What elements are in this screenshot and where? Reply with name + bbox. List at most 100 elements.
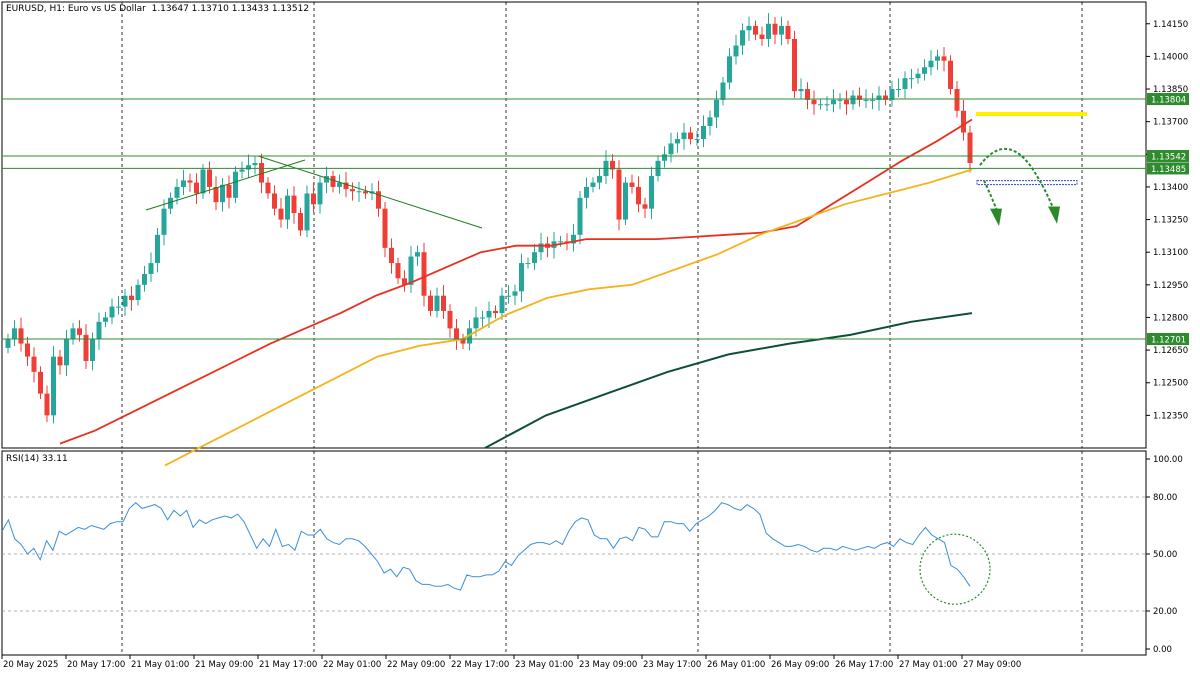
candle-body [675, 139, 680, 144]
price-tick-label: 1.12650 [1153, 346, 1188, 356]
candle-body [278, 208, 284, 220]
candle-body [226, 184, 232, 198]
time-tick-label: 27 May 09:00 [963, 660, 1021, 670]
time-tick-label: 22 May 09:00 [387, 660, 445, 670]
candle-body [213, 186, 219, 203]
candle-body [382, 208, 388, 248]
trendline-falling [257, 155, 483, 229]
price-tick-label: 1.13400 [1153, 183, 1188, 193]
time-tick-label: 23 May 17:00 [643, 660, 701, 670]
candle-body [109, 306, 115, 318]
candle-body [174, 186, 180, 198]
candle-body [356, 191, 362, 193]
candle-body [18, 328, 24, 344]
candle-body [662, 154, 667, 161]
candle-body [90, 339, 95, 361]
candle-body [57, 356, 63, 366]
support-zone [976, 180, 1078, 186]
candle-body [25, 343, 30, 357]
candle-body [590, 182, 596, 187]
candle-body [909, 78, 914, 80]
candle-body [824, 104, 830, 106]
candle-body [694, 139, 700, 141]
candle-body [538, 243, 544, 253]
candle-body [616, 169, 622, 220]
candle-body [44, 393, 50, 416]
price-tick-label: 1.14000 [1153, 52, 1188, 62]
price-tick-label: 1.12800 [1153, 313, 1188, 323]
candle-body [285, 195, 290, 220]
candle-body [252, 162, 258, 166]
rsi-tick-label: 0.00 [1153, 645, 1172, 655]
candle-body [896, 89, 901, 91]
candle-body [311, 193, 316, 205]
price-tick-label: 1.12500 [1153, 379, 1188, 389]
rsi-line [1, 502, 971, 591]
candle-body [480, 317, 485, 319]
time-tick-label: 26 May 17:00 [835, 660, 893, 670]
candle-body [707, 117, 713, 127]
candle-body [688, 132, 693, 140]
candle-body [161, 208, 167, 235]
candle-body [473, 317, 479, 329]
candle-body [389, 247, 394, 264]
candle-body [525, 263, 531, 265]
candle-body [135, 284, 141, 301]
candle-body [759, 34, 765, 39]
candle-body [902, 78, 908, 90]
candle-body [629, 182, 635, 187]
candle-body [922, 67, 927, 74]
chart-header: EURUSD, H1: Euro vs US Dollar 1.13647 1.… [6, 4, 310, 14]
price-tick-label: 1.14150 [1153, 20, 1188, 30]
candle-body [584, 186, 589, 198]
candle-body [441, 295, 446, 311]
projection-arrow-path [983, 179, 999, 214]
candle-body [395, 263, 401, 279]
candle-body [31, 356, 37, 372]
candle-body [454, 328, 459, 340]
candle-body [5, 339, 11, 348]
grid-layer [1, 1, 1147, 656]
candle-body [818, 104, 823, 106]
candle-body [668, 143, 674, 155]
candle-body [142, 273, 147, 285]
candle-body [233, 171, 238, 198]
level-price-label: 1.13485 [1151, 165, 1186, 175]
candle-body [330, 176, 336, 187]
ohlc-values: 1.13647 1.13710 1.13433 1.13512 [151, 4, 310, 14]
rsi-panel [1, 496, 1146, 612]
candle-body [831, 99, 836, 105]
candle-body [577, 197, 583, 235]
rsi-tick-label: 20.00 [1153, 607, 1177, 617]
time-tick-label: 20 May 2025 [3, 660, 58, 670]
candle-body [870, 99, 875, 101]
candle-body [239, 169, 245, 172]
eurusd-h1-chart: 1.141501.140001.138501.137001.135501.134… [1, 1, 1189, 670]
time-tick-label: 27 May 01:00 [899, 660, 957, 670]
candle-body [265, 182, 271, 194]
time-tick-label: 22 May 01:00 [323, 660, 381, 670]
candle-body [772, 23, 778, 35]
candle-body [447, 310, 453, 329]
candle-body [408, 256, 414, 285]
candle-body [220, 184, 225, 203]
candle-body [493, 310, 498, 314]
level-price-label: 1.12701 [1151, 336, 1186, 346]
candle-body [12, 328, 17, 340]
rsi-panel-frame [1, 450, 1147, 656]
candle-body [428, 295, 433, 311]
candle-body [532, 252, 537, 264]
candle-body [785, 25, 791, 39]
candle-body [597, 176, 602, 183]
time-tick-label: 22 May 17:00 [451, 660, 509, 670]
candle-body [720, 82, 726, 100]
price-tick-label: 1.12950 [1153, 281, 1188, 291]
rsi-tick-label: 80.00 [1153, 493, 1177, 503]
candle-body [798, 89, 804, 92]
candle-body [967, 132, 973, 163]
candle-body [928, 60, 934, 68]
price-tick-label: 1.13100 [1153, 248, 1188, 258]
candle-body [889, 89, 895, 100]
axis-layer: 1.141501.140001.138501.137001.135501.134… [1, 20, 1189, 670]
rsi-label: RSI(14) 33.11 [6, 454, 68, 464]
